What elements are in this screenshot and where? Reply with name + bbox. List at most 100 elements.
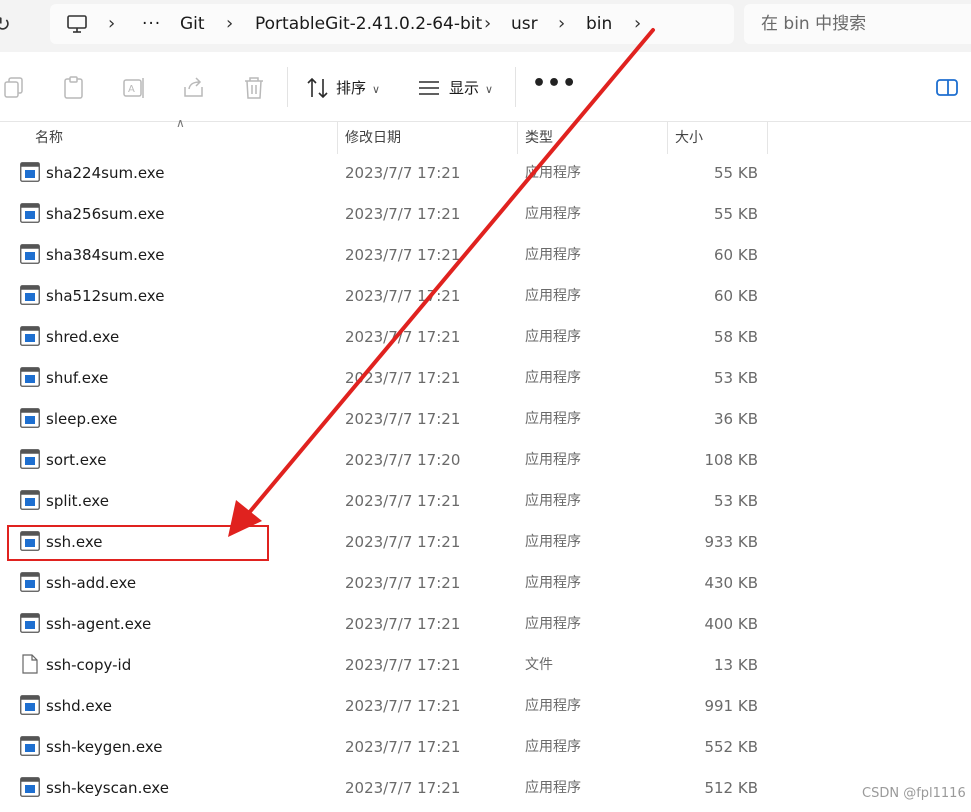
address-bar: ↻ › ··· Git › PortableGit-2.41.0.2-64-bi… <box>0 0 971 52</box>
file-row[interactable]: split.exe 2023/7/7 17:21 应用程序 53 KB <box>0 482 971 523</box>
file-icon <box>22 654 38 674</box>
application-icon <box>20 736 40 756</box>
file-size: 60 KB <box>714 287 758 305</box>
file-size: 933 KB <box>704 533 758 551</box>
file-name: ssh-copy-id <box>46 656 132 674</box>
breadcrumb[interactable]: › ··· Git › PortableGit-2.41.0.2-64-bit … <box>50 4 734 44</box>
share-icon[interactable] <box>181 75 207 101</box>
file-type: 应用程序 <box>525 370 581 386</box>
file-type: 应用程序 <box>525 493 581 509</box>
sort-icon[interactable] <box>305 75 331 101</box>
delete-icon[interactable] <box>241 75 267 101</box>
file-size: 512 KB <box>704 779 758 797</box>
view-icon[interactable] <box>416 75 442 101</box>
file-size: 13 KB <box>714 656 758 674</box>
file-name: sha384sum.exe <box>46 246 165 264</box>
sort-button[interactable]: 排序 ∨ <box>336 75 380 101</box>
file-row[interactable]: sha224sum.exe 2023/7/7 17:21 应用程序 55 KB <box>0 154 971 195</box>
file-type: 应用程序 <box>525 452 581 468</box>
file-modified: 2023/7/7 17:21 <box>345 574 461 592</box>
breadcrumb-separator[interactable]: › <box>558 4 565 44</box>
file-row[interactable]: shred.exe 2023/7/7 17:21 应用程序 58 KB <box>0 318 971 359</box>
command-toolbar: A 排序 ∨ 显示 ∨ ••• <box>0 53 971 122</box>
application-icon <box>20 162 40 182</box>
file-row[interactable]: ssh-keyscan.exe 2023/7/7 17:21 应用程序 512 KB <box>0 769 971 810</box>
file-row[interactable]: sha256sum.exe 2023/7/7 17:21 应用程序 55 KB <box>0 195 971 236</box>
file-row[interactable]: shuf.exe 2023/7/7 17:21 应用程序 53 KB <box>0 359 971 400</box>
more-options-button[interactable]: ••• <box>532 71 577 96</box>
file-size: 58 KB <box>714 328 758 346</box>
file-type: 文件 <box>525 657 553 673</box>
file-size: 552 KB <box>704 738 758 756</box>
highlight-box <box>7 525 269 561</box>
application-icon <box>20 244 40 264</box>
rename-icon[interactable]: A <box>121 75 147 101</box>
application-icon <box>20 326 40 346</box>
file-size: 55 KB <box>714 164 758 182</box>
breadcrumb-item-usr[interactable]: usr <box>511 4 538 44</box>
column-divider[interactable] <box>767 122 768 154</box>
file-name: sleep.exe <box>46 410 118 428</box>
file-row[interactable]: ssh-add.exe 2023/7/7 17:21 应用程序 430 KB <box>0 564 971 605</box>
chevron-down-icon: ∨ <box>485 83 494 96</box>
breadcrumb-separator[interactable]: › <box>226 4 233 44</box>
refresh-icon[interactable]: ↻ <box>0 10 18 38</box>
file-name: sha512sum.exe <box>46 287 165 305</box>
column-divider[interactable] <box>337 122 338 154</box>
watermark: CSDN @fpl1116 <box>862 786 966 801</box>
column-header-name[interactable]: 名称 <box>35 122 63 154</box>
breadcrumb-item-portablegit[interactable]: PortableGit-2.41.0.2-64-bit <box>255 4 482 44</box>
details-pane-icon[interactable] <box>935 75 961 101</box>
breadcrumb-separator[interactable]: › <box>108 4 115 44</box>
breadcrumb-item-bin[interactable]: bin <box>586 4 612 44</box>
breadcrumb-item-git[interactable]: Git <box>180 4 205 44</box>
file-row[interactable]: sha384sum.exe 2023/7/7 17:21 应用程序 60 KB <box>0 236 971 277</box>
file-size: 430 KB <box>704 574 758 592</box>
file-type: 应用程序 <box>525 247 581 263</box>
file-size: 53 KB <box>714 492 758 510</box>
application-icon <box>20 408 40 428</box>
file-modified: 2023/7/7 17:21 <box>345 287 461 305</box>
file-row[interactable]: sshd.exe 2023/7/7 17:21 应用程序 991 KB <box>0 687 971 728</box>
file-modified: 2023/7/7 17:21 <box>345 369 461 387</box>
copy-icon[interactable] <box>2 75 28 101</box>
breadcrumb-overflow[interactable]: ··· <box>142 4 161 44</box>
file-modified: 2023/7/7 17:20 <box>345 451 461 469</box>
file-name: sha256sum.exe <box>46 205 165 223</box>
file-row[interactable]: sleep.exe 2023/7/7 17:21 应用程序 36 KB <box>0 400 971 441</box>
column-header-size[interactable]: 大小 <box>675 122 703 154</box>
file-type: 应用程序 <box>525 288 581 304</box>
paste-icon[interactable] <box>61 75 87 101</box>
file-row[interactable]: ssh-copy-id 2023/7/7 17:21 文件 13 KB <box>0 646 971 687</box>
file-size: 53 KB <box>714 369 758 387</box>
view-button[interactable]: 显示 ∨ <box>449 75 493 101</box>
file-name: sha224sum.exe <box>46 164 165 182</box>
column-divider[interactable] <box>667 122 668 154</box>
file-name: split.exe <box>46 492 109 510</box>
file-size: 55 KB <box>714 205 758 223</box>
file-row[interactable]: ssh-keygen.exe 2023/7/7 17:21 应用程序 552 KB <box>0 728 971 769</box>
file-type: 应用程序 <box>525 165 581 181</box>
file-name: shred.exe <box>46 328 120 346</box>
toolbar-divider <box>287 67 288 107</box>
column-divider[interactable] <box>517 122 518 154</box>
file-modified: 2023/7/7 17:21 <box>345 779 461 797</box>
search-input[interactable]: 在 bin 中搜索 <box>744 4 971 44</box>
file-size: 400 KB <box>704 615 758 633</box>
column-header-modified[interactable]: 修改日期 <box>345 122 401 154</box>
file-type: 应用程序 <box>525 739 581 755</box>
breadcrumb-separator[interactable]: › <box>484 4 491 44</box>
file-row[interactable]: sort.exe 2023/7/7 17:20 应用程序 108 KB <box>0 441 971 482</box>
column-header-type[interactable]: 类型 <box>525 122 553 154</box>
breadcrumb-separator[interactable]: › <box>634 4 641 44</box>
file-size: 60 KB <box>714 246 758 264</box>
file-modified: 2023/7/7 17:21 <box>345 246 461 264</box>
application-icon <box>20 490 40 510</box>
file-modified: 2023/7/7 17:21 <box>345 738 461 756</box>
file-row[interactable]: ssh-agent.exe 2023/7/7 17:21 应用程序 400 KB <box>0 605 971 646</box>
file-name: sort.exe <box>46 451 107 469</box>
computer-icon[interactable] <box>66 14 88 34</box>
file-row[interactable]: sha512sum.exe 2023/7/7 17:21 应用程序 60 KB <box>0 277 971 318</box>
file-name: sshd.exe <box>46 697 113 715</box>
file-modified: 2023/7/7 17:21 <box>345 328 461 346</box>
